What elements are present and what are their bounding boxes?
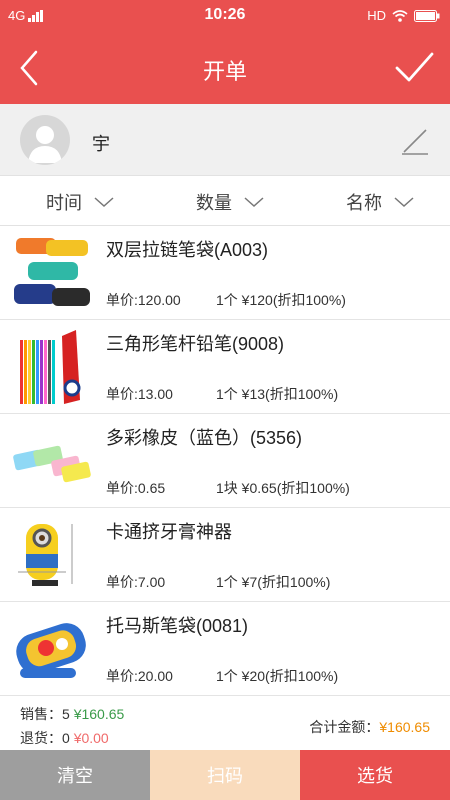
erasers-image [13,445,91,483]
battery-icon [414,9,440,22]
item-price: 单价:0.65 [106,480,166,496]
item-price: 单价:13.00 [106,386,173,402]
user-icon [28,126,62,163]
toothpaste-dispenser-image [18,524,73,586]
pencil-icon [402,129,428,155]
edit-customer-button[interactable] [400,124,430,156]
pencil-case-image [16,623,86,678]
list-item[interactable]: 托马斯笔袋(0081) 单价:20.00 1个 ¥20(折扣100%) [0,602,450,696]
sort-label: 数量 [196,193,232,213]
list-item[interactable]: 双层拉链笔袋(A003) 单价:120.00 1个 ¥120(折扣100%) [0,226,450,320]
pencil-case-image [14,238,90,306]
confirm-button[interactable] [394,46,434,90]
chevron-down-icon [244,197,264,208]
customer-name: 宇 [92,134,110,154]
list-item[interactable]: 多彩橡皮（蓝色）(5356) 单价:0.65 1块 ¥0.65(折扣100%) [0,414,450,508]
header: 4G 10:26 HD 开单 [0,0,450,104]
item-name: 托马斯笔袋(0081) [106,616,249,636]
list-item[interactable]: 卡通挤牙膏神器 单价:7.00 1个 ¥7(折扣100%) [0,508,450,602]
avatar [20,115,70,165]
sales-label: 销售： [20,706,62,722]
sort-bar: 时间 数量 名称 [0,176,450,226]
hd-label: HD [367,8,386,23]
select-goods-button[interactable]: 选货 [300,750,450,800]
sort-label: 时间 [46,193,82,213]
item-price: 单价:20.00 [106,668,173,684]
chevron-down-icon [394,197,414,208]
chevron-down-icon [94,197,114,208]
title-bar: 开单 [0,32,450,104]
scan-button[interactable]: 扫码 [150,750,300,800]
item-price: 单价:7.00 [106,574,166,590]
checkmark-icon [395,52,434,82]
item-name: 卡通挤牙膏神器 [106,522,232,542]
total-amount: ¥160.65 [379,719,430,735]
item-quantity: 1块 ¥0.65(折扣100%) [216,480,350,496]
returns-count: 0 [62,730,70,746]
returns-summary: 退货：0 ¥0.00 [20,728,109,748]
pencils-image [20,330,81,404]
item-quantity: 1个 ¥7(折扣100%) [216,574,331,590]
sales-amount: ¥160.65 [73,706,125,722]
status-bar: 4G 10:26 HD [0,0,450,32]
clear-button[interactable]: 清空 [0,750,150,800]
order-summary: 销售：5 ¥160.65 退货：0 ¥0.00 合计金额：¥160.65 [0,696,450,750]
sort-by-quantity[interactable]: 数量 [196,189,264,215]
sort-label: 名称 [346,193,382,213]
wifi-icon [392,9,408,22]
item-quantity: 1个 ¥20(折扣100%) [216,668,339,684]
sales-count: 5 [62,706,70,722]
customer-row[interactable]: 宇 [0,104,450,176]
returns-label: 退货： [20,730,62,746]
item-list: 双层拉链笔袋(A003) 单价:120.00 1个 ¥120(折扣100%) 三… [0,226,450,696]
list-item[interactable]: 三角形笔杆铅笔(9008) 单价:13.00 1个 ¥13(折扣100%) [0,320,450,414]
total-label: 合计金额： [309,719,380,735]
item-name: 多彩橡皮（蓝色）(5356) [106,428,303,448]
total-amount-line: 合计金额：¥160.65 [309,717,430,737]
page-title: 开单 [202,59,247,84]
item-price: 单价:120.00 [106,292,181,308]
sort-by-name[interactable]: 名称 [346,189,414,215]
bottom-action-bar: 清空 扫码 选货 [0,750,450,800]
sales-summary: 销售：5 ¥160.65 [20,704,124,724]
item-quantity: 1个 ¥13(折扣100%) [216,386,339,402]
item-quantity: 1个 ¥120(折扣100%) [216,292,346,308]
sort-by-time[interactable]: 时间 [46,189,114,215]
returns-amount: ¥0.00 [73,730,109,746]
item-name: 双层拉链笔袋(A003) [106,240,269,260]
item-name: 三角形笔杆铅笔(9008) [106,334,285,354]
